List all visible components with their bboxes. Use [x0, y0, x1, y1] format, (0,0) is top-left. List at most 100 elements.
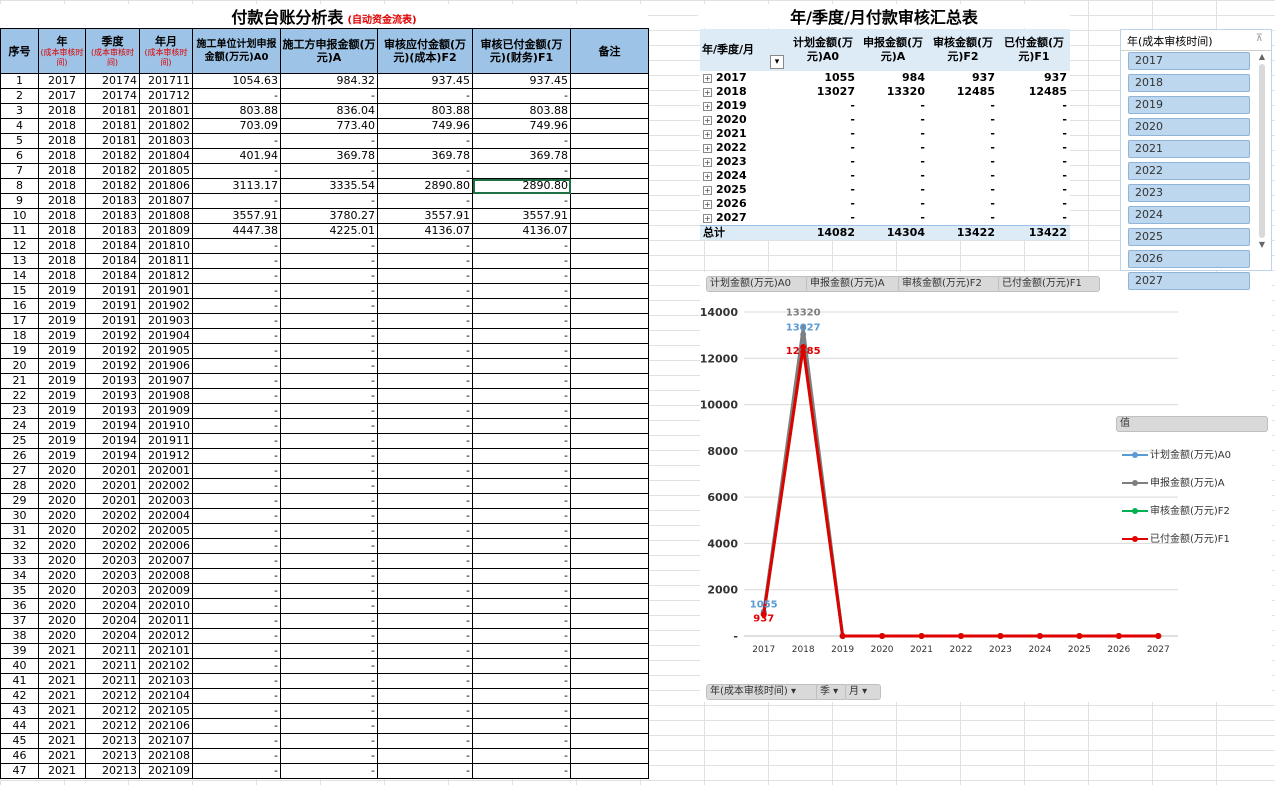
legend-item[interactable]: 审核金额(万元)F2 — [1122, 502, 1230, 517]
table-cell[interactable]: 3557.91 — [472, 208, 571, 224]
table-cell[interactable]: 4225.01 — [280, 223, 378, 239]
table-cell[interactable]: - — [377, 658, 473, 674]
table-cell[interactable]: 20193 — [85, 373, 140, 389]
table-cell[interactable]: 42 — [0, 688, 39, 704]
note-cell[interactable] — [570, 598, 649, 614]
table-cell[interactable]: - — [472, 493, 571, 509]
table-cell[interactable]: - — [280, 553, 378, 569]
table-cell[interactable]: 2021 — [38, 718, 86, 734]
table-cell[interactable]: - — [472, 718, 571, 734]
table-cell[interactable]: - — [377, 508, 473, 524]
scroll-down-icon[interactable]: ▼ — [1257, 240, 1267, 250]
table-cell[interactable]: 37 — [0, 613, 39, 629]
table-cell[interactable]: 32 — [0, 538, 39, 554]
table-cell[interactable]: 201903 — [139, 313, 193, 329]
table-cell[interactable]: 20203 — [85, 583, 140, 599]
slicer-item[interactable]: 2022 — [1128, 162, 1250, 180]
table-cell[interactable]: 20191 — [85, 298, 140, 314]
table-cell[interactable]: - — [192, 703, 281, 719]
table-cell[interactable]: - — [377, 88, 473, 104]
table-cell[interactable]: 3780.27 — [280, 208, 378, 224]
table-cell[interactable]: - — [280, 463, 378, 479]
table-cell[interactable]: 2018 — [38, 208, 86, 224]
table-cell[interactable]: 20192 — [85, 358, 140, 374]
table-cell[interactable]: - — [472, 583, 571, 599]
table-cell[interactable]: 201909 — [139, 403, 193, 419]
table-cell[interactable]: 3557.91 — [377, 208, 473, 224]
table-cell[interactable]: 201901 — [139, 283, 193, 299]
table-cell[interactable]: - — [192, 238, 281, 254]
table-cell[interactable]: 39 — [0, 643, 39, 659]
legend-item[interactable]: 申报金额(万元)A — [1122, 474, 1225, 489]
table-cell[interactable]: - — [280, 163, 378, 179]
table-cell[interactable]: 201904 — [139, 328, 193, 344]
table-cell[interactable]: - — [472, 163, 571, 179]
table-cell[interactable]: 2890.80 — [472, 178, 571, 194]
table-cell[interactable]: - — [280, 508, 378, 524]
table-cell[interactable]: - — [192, 448, 281, 464]
table-cell[interactable]: - — [472, 598, 571, 614]
table-cell[interactable]: 2019 — [38, 283, 86, 299]
table-cell[interactable]: 2019 — [38, 373, 86, 389]
table-cell[interactable]: 33 — [0, 553, 39, 569]
table-cell[interactable]: 201812 — [139, 268, 193, 284]
pivot-row-label[interactable]: +2021 — [700, 127, 788, 141]
table-cell[interactable]: - — [377, 553, 473, 569]
expand-icon[interactable]: + — [703, 87, 712, 97]
table-cell[interactable]: - — [280, 253, 378, 269]
table-cell[interactable]: 2020 — [38, 583, 86, 599]
table-cell[interactable]: - — [280, 403, 378, 419]
col-header-quarter[interactable]: 季度 (成本审核时间) — [85, 28, 140, 74]
note-cell[interactable] — [570, 478, 649, 494]
table-cell[interactable]: - — [377, 613, 473, 629]
table-cell[interactable]: - — [472, 508, 571, 524]
table-cell[interactable]: - — [472, 733, 571, 749]
table-cell[interactable]: - — [192, 358, 281, 374]
table-cell[interactable]: 2021 — [38, 763, 86, 779]
table-cell[interactable]: 20181 — [85, 103, 140, 119]
table-cell[interactable]: 20212 — [85, 718, 140, 734]
table-cell[interactable]: - — [377, 313, 473, 329]
table-cell[interactable]: 20204 — [85, 598, 140, 614]
table-cell[interactable]: - — [280, 328, 378, 344]
row-filter-button[interactable]: ▾ — [770, 55, 784, 69]
table-cell[interactable]: - — [280, 433, 378, 449]
table-cell[interactable]: 2018 — [38, 253, 86, 269]
pivot-header-f1[interactable]: 已付金额(万元)F1 — [998, 29, 1070, 71]
table-cell[interactable]: 202009 — [139, 583, 193, 599]
table-cell[interactable]: 46 — [0, 748, 39, 764]
table-cell[interactable]: 25 — [0, 433, 39, 449]
table-cell[interactable]: 20184 — [85, 268, 140, 284]
table-cell[interactable]: 2018 — [38, 223, 86, 239]
table-cell[interactable]: - — [192, 88, 281, 104]
table-cell[interactable]: 401.94 — [192, 148, 281, 164]
table-cell[interactable]: 20194 — [85, 433, 140, 449]
table-cell[interactable]: - — [377, 403, 473, 419]
value-field-button[interactable]: 申报金额(万元)A — [806, 276, 904, 292]
table-cell[interactable]: 20194 — [85, 418, 140, 434]
table-cell[interactable]: 2019 — [38, 313, 86, 329]
table-cell[interactable]: - — [472, 553, 571, 569]
table-cell[interactable]: - — [280, 238, 378, 254]
table-cell[interactable]: - — [192, 403, 281, 419]
scroll-up-icon[interactable]: ▲ — [1257, 52, 1267, 62]
table-cell[interactable]: 803.88 — [472, 103, 571, 119]
table-cell[interactable]: - — [377, 763, 473, 779]
col-header-year[interactable]: 年 (成本审核时间) — [38, 28, 86, 74]
table-cell[interactable]: 45 — [0, 733, 39, 749]
table-cell[interactable]: 2018 — [38, 148, 86, 164]
table-cell[interactable]: 20211 — [85, 643, 140, 659]
table-cell[interactable]: 2021 — [38, 643, 86, 659]
table-cell[interactable]: - — [280, 703, 378, 719]
table-cell[interactable]: - — [280, 373, 378, 389]
table-cell[interactable]: 201809 — [139, 223, 193, 239]
table-cell[interactable]: - — [377, 388, 473, 404]
table-cell[interactable]: - — [472, 328, 571, 344]
table-cell[interactable]: - — [472, 313, 571, 329]
note-cell[interactable] — [570, 658, 649, 674]
table-cell[interactable]: - — [192, 298, 281, 314]
table-cell[interactable]: 202109 — [139, 763, 193, 779]
table-cell[interactable]: 20201 — [85, 478, 140, 494]
table-cell[interactable]: 202107 — [139, 733, 193, 749]
table-cell[interactable]: 20212 — [85, 688, 140, 704]
